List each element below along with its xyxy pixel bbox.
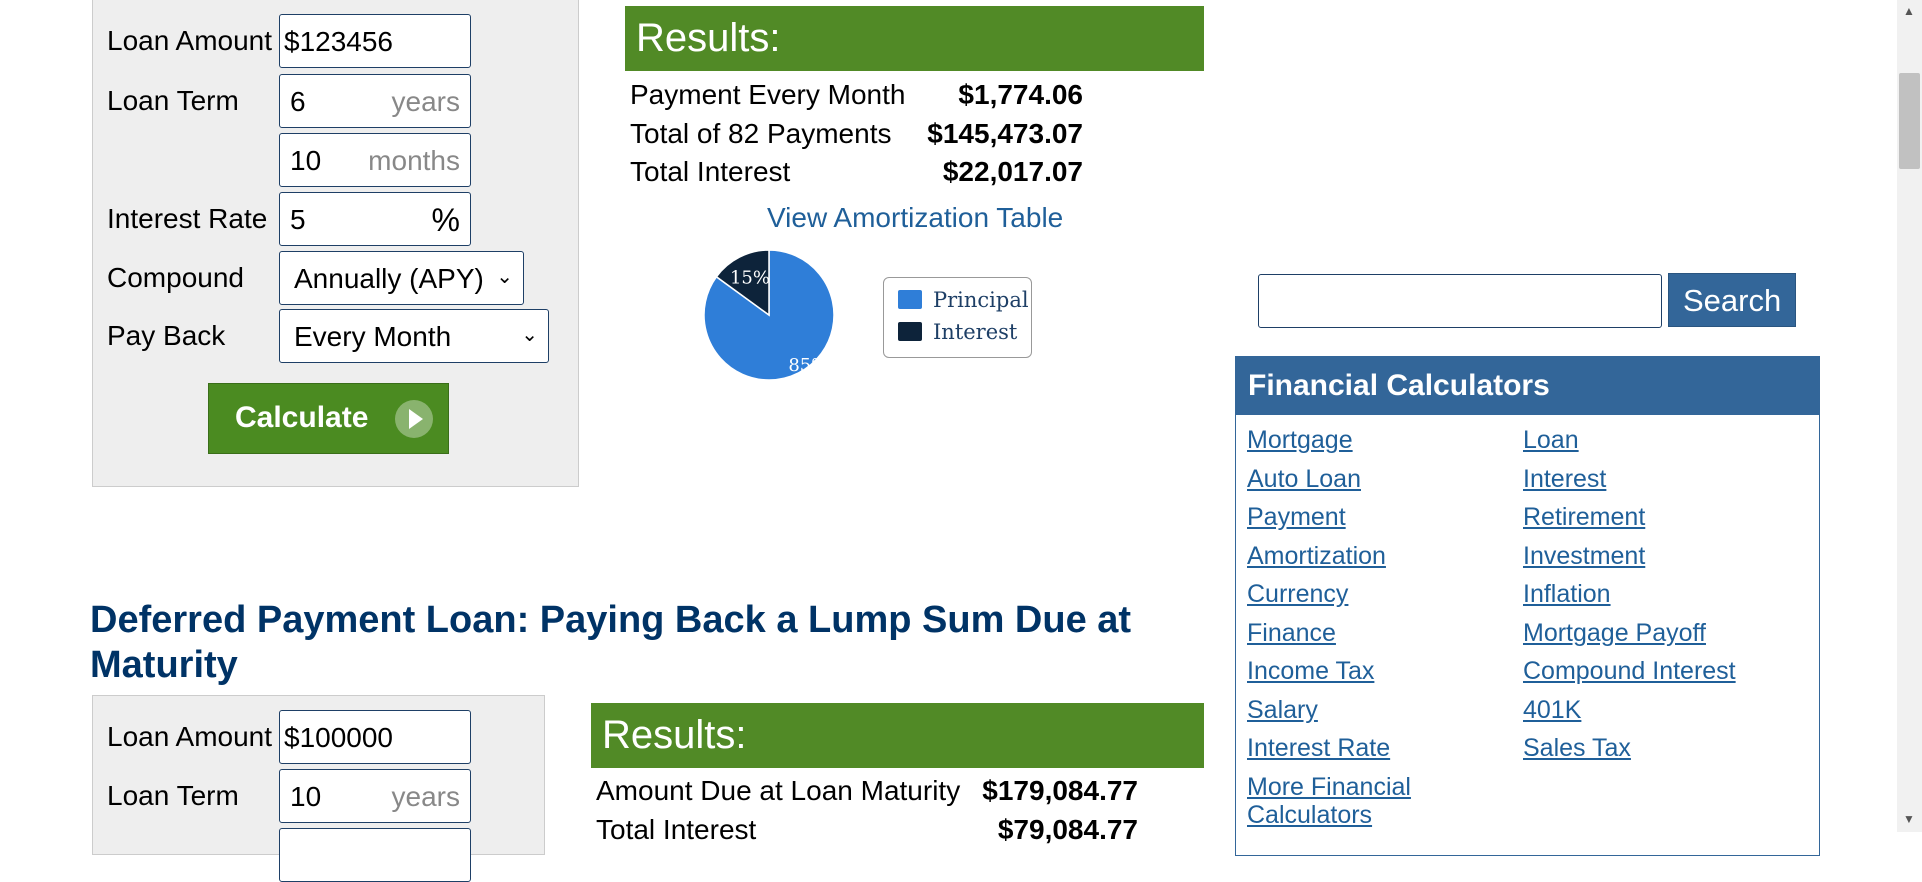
payback-value: Every Month: [294, 321, 452, 352]
compound-label: Compound: [107, 262, 244, 293]
legend-label-interest: Interest: [933, 320, 1018, 344]
sidebar-link[interactable]: Sales Tax: [1523, 734, 1631, 763]
calculate-arrow-icon: [395, 400, 433, 438]
loan-term-years-value: 10: [290, 781, 322, 812]
loan-term-years-input[interactable]: 6 years: [279, 74, 471, 128]
years-unit: years: [391, 86, 460, 117]
sidebar-link[interactable]: Loan: [1523, 426, 1579, 455]
loan-term-years-input[interactable]: 10 years: [279, 769, 471, 823]
interest-rate-value: 5: [290, 204, 306, 235]
pie-label-principal: 85%: [788, 355, 828, 376]
loan-amount-value: $100000: [284, 722, 394, 753]
interest-rate-label: Interest Rate: [107, 203, 268, 234]
calculate-label: Calculate: [235, 401, 369, 434]
legend-label-principal: Principal: [933, 288, 1029, 312]
compound-select[interactable]: Annually (APY) ⌄: [279, 251, 524, 305]
loan-amount-label: Loan Amount: [107, 25, 273, 56]
years-unit: years: [391, 781, 460, 812]
legend-swatch-interest: [898, 322, 922, 341]
section-heading: Deferred Payment Loan: Paying Back a Lum…: [90, 599, 1132, 686]
result-label: Total Interest: [630, 156, 791, 187]
payback-label: Pay Back: [107, 320, 226, 351]
loan-amount-input[interactable]: $100000: [279, 710, 471, 764]
sidebar-link[interactable]: Income Tax: [1247, 657, 1374, 686]
result-label: Amount Due at Loan Maturity: [596, 775, 961, 806]
search-button[interactable]: Search: [1668, 273, 1796, 327]
financial-calculators-title: Financial Calculators: [1236, 357, 1819, 415]
sidebar-link[interactable]: Currency: [1247, 580, 1348, 609]
scrollbar-thumb[interactable]: [1899, 73, 1920, 169]
sidebar-link[interactable]: Mortgage: [1247, 426, 1353, 455]
loan-amount-label: Loan Amount: [107, 721, 273, 752]
loan-amount-value: $123456: [284, 26, 394, 57]
results-heading: Results:: [625, 6, 1204, 71]
sidebar-link[interactable]: Amortization: [1247, 542, 1386, 571]
compound-value: Annually (APY): [294, 263, 484, 294]
loan-term-months-input[interactable]: [279, 828, 471, 882]
amortization-table-link[interactable]: View Amortization Table: [767, 202, 1063, 234]
results-heading: Results:: [591, 703, 1204, 768]
loan-term-years-value: 6: [290, 86, 306, 117]
result-value: $179,084.77: [982, 775, 1138, 806]
search-input[interactable]: [1258, 274, 1662, 328]
pie-label-interest: 15%: [730, 268, 770, 289]
chart-legend: Principal Interest: [883, 277, 1032, 358]
scroll-down-icon[interactable]: ▼: [1903, 812, 1915, 826]
sidebar-link-more[interactable]: More Financial Calculators: [1247, 773, 1427, 829]
result-label: Payment Every Month: [630, 79, 906, 110]
result-value: $79,084.77: [997, 814, 1138, 845]
payback-select[interactable]: Every Month ⌄: [279, 309, 549, 363]
sidebar-link[interactable]: Retirement: [1523, 503, 1645, 532]
result-value: $22,017.07: [942, 156, 1083, 187]
result-label: Total of 82 Payments: [630, 118, 892, 149]
box-title-text: Financial Calculators: [1248, 369, 1550, 402]
sidebar-link[interactable]: Interest: [1523, 465, 1606, 494]
calculate-button[interactable]: Calculate: [208, 383, 449, 454]
percent-unit: %: [431, 202, 460, 238]
loan-term-label: Loan Term: [107, 85, 239, 116]
chevron-down-icon: ⌄: [521, 324, 538, 346]
sidebar-link[interactable]: 401K: [1523, 696, 1581, 725]
result-label: Total Interest: [596, 814, 757, 845]
chevron-down-icon: ⌄: [496, 266, 513, 288]
loan-term-label: Loan Term: [107, 780, 239, 811]
results-heading-text: Results:: [602, 713, 747, 757]
results-heading-text: Results:: [636, 16, 781, 60]
sidebar-link[interactable]: Finance: [1247, 619, 1336, 648]
result-value: $1,774.06: [958, 79, 1083, 110]
result-value: $145,473.07: [927, 118, 1083, 149]
sidebar-link[interactable]: Salary: [1247, 696, 1318, 725]
loan-term-months-input[interactable]: 10 months: [279, 133, 471, 187]
loan-term-months-value: 10: [290, 145, 322, 176]
loan-amount-input[interactable]: $123456: [279, 14, 471, 68]
sidebar-link[interactable]: Investment: [1523, 542, 1645, 571]
legend-swatch-principal: [898, 290, 922, 309]
search-button-label: Search: [1683, 283, 1782, 318]
scroll-up-icon[interactable]: ▲: [1903, 4, 1915, 18]
sidebar-link[interactable]: Payment: [1247, 503, 1346, 532]
months-unit: months: [368, 145, 460, 176]
sidebar-link[interactable]: Mortgage Payoff: [1523, 619, 1706, 648]
sidebar-link[interactable]: Interest Rate: [1247, 734, 1390, 763]
sidebar-link[interactable]: Inflation: [1523, 580, 1611, 609]
interest-rate-input[interactable]: 5 %: [279, 192, 471, 246]
pie-chart: 85% 15%: [703, 249, 835, 381]
sidebar-link[interactable]: Auto Loan: [1247, 465, 1361, 494]
sidebar-link[interactable]: Compound Interest: [1523, 657, 1736, 686]
